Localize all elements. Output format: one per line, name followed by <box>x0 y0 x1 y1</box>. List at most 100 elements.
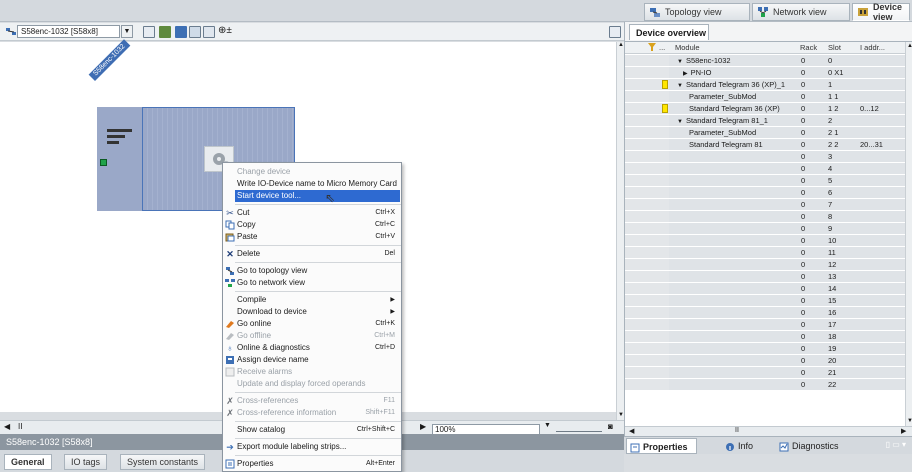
table-row[interactable]: 0 22 <box>625 379 905 390</box>
table-row[interactable]: Parameter_SubMod 0 2 1 <box>625 127 905 138</box>
menu-item-receive-alarms[interactable]: Receive alarms <box>223 366 401 378</box>
table-vertical-scrollbar[interactable]: ▲ ▼ <box>905 42 912 427</box>
menu-item-assign-device-name[interactable]: Assign device name <box>223 354 401 366</box>
table-row[interactable]: Standard Telegram 36 (XP) 0 1 2 0...12 <box>625 103 905 114</box>
cell-module[interactable] <box>669 259 798 270</box>
table-row[interactable]: 08 <box>625 211 905 222</box>
table-row[interactable]: 03 <box>625 151 905 162</box>
tab-topology-view[interactable]: Topology view <box>644 3 750 21</box>
cell-module[interactable] <box>669 271 798 282</box>
tab-system-constants[interactable]: System constants <box>120 454 206 470</box>
cell-module[interactable]: Standard Telegram 81 <box>669 139 798 150</box>
cell-module[interactable] <box>669 247 798 258</box>
tab-io-tags[interactable]: IO tags <box>64 454 108 470</box>
tab-properties[interactable]: Properties <box>626 438 697 454</box>
table-row[interactable]: 06 <box>625 187 905 198</box>
table-row[interactable]: 0 13 <box>625 271 905 282</box>
layout-icon[interactable] <box>203 26 215 38</box>
menu-item-download-to-device[interactable]: Download to device ▶ <box>223 306 401 318</box>
menu-item-delete[interactable]: ✕ Delete Del <box>223 248 401 260</box>
cell-module[interactable]: Standard Telegram 36 (XP) <box>669 103 798 114</box>
table-row[interactable]: 04 <box>625 163 905 174</box>
cell-module[interactable] <box>669 175 798 186</box>
menu-item-go-to-topology-view[interactable]: Go to topology view <box>223 265 401 277</box>
expander-icon[interactable]: ▶ <box>683 71 688 77</box>
menu-item-compile[interactable]: Compile ▶ <box>223 294 401 306</box>
cell-module[interactable] <box>669 223 798 234</box>
table-row[interactable]: 0 14 <box>625 283 905 294</box>
grid-icon[interactable] <box>175 26 187 38</box>
expander-icon[interactable]: ▼ <box>677 59 683 65</box>
table-row[interactable]: Standard Telegram 81 0 2 2 20...31 <box>625 139 905 150</box>
table-row[interactable]: ▼ Standard Telegram 81_1 0 2 <box>625 115 905 126</box>
cell-module[interactable] <box>669 295 798 306</box>
menu-item-copy[interactable]: Copy Ctrl+C <box>223 219 401 231</box>
table-row[interactable]: 0 18 <box>625 331 905 342</box>
cell-module[interactable]: Parameter_SubMod <box>669 91 798 102</box>
table-row[interactable]: ▼ Standard Telegram 36 (XP)_1 0 1 <box>625 79 905 90</box>
menu-item-online-diagnostics[interactable]: ♁ Online & diagnostics Ctrl+D <box>223 342 401 354</box>
cell-module[interactable] <box>669 187 798 198</box>
device-selector[interactable]: S58enc-1032 [S58x8] <box>17 25 120 38</box>
table-horizontal-scrollbar[interactable]: ◀ II ▶ <box>625 426 912 436</box>
zoom-icon[interactable]: ⊕± <box>218 25 232 36</box>
table-row[interactable]: Parameter_SubMod 0 1 1 <box>625 91 905 102</box>
tab-general[interactable]: General <box>4 454 52 470</box>
window-controls-icon[interactable]: ▯ ▭ ▾ <box>886 440 906 449</box>
menu-item-write-io-device-name[interactable]: Write IO-Device name to Micro Memory Car… <box>223 178 401 190</box>
table-row[interactable]: 0 16 <box>625 307 905 318</box>
tab-diagnostics[interactable]: Diagnostics <box>776 438 839 454</box>
canvas-vertical-scrollbar[interactable]: ▲ ▼ <box>616 42 624 420</box>
table-row[interactable]: 07 <box>625 199 905 210</box>
network-icon[interactable] <box>159 26 171 38</box>
cell-module[interactable] <box>669 199 798 210</box>
table-row[interactable]: 09 <box>625 223 905 234</box>
menu-item-change-device[interactable]: Change device <box>223 166 401 178</box>
zoom-dropdown-icon[interactable]: ▼ <box>544 422 551 429</box>
menu-item-go-offline[interactable]: Go offline Ctrl+M <box>223 330 401 342</box>
cell-module[interactable] <box>669 283 798 294</box>
table-row[interactable]: 0 20 <box>625 355 905 366</box>
menu-item-properties[interactable]: Properties Alt+Enter <box>223 458 401 470</box>
table-row[interactable]: 0 19 <box>625 343 905 354</box>
overview-icon[interactable] <box>143 26 155 38</box>
cell-module[interactable]: ▼ Standard Telegram 81_1 <box>669 115 798 126</box>
zoom-slider[interactable] <box>556 422 602 432</box>
expander-icon[interactable]: ▼ <box>677 83 683 89</box>
table-row[interactable]: 0 12 <box>625 259 905 270</box>
menu-item-cross-references[interactable]: ✗ Cross-references F11 <box>223 395 401 407</box>
topology-icon[interactable] <box>5 26 17 38</box>
cell-module[interactable] <box>669 307 798 318</box>
menu-item-start-device-tool[interactable]: Start device tool... <box>235 190 400 202</box>
cell-module[interactable] <box>669 331 798 342</box>
cell-module[interactable]: ▼ Standard Telegram 36 (XP)_1 <box>669 79 798 90</box>
table-row[interactable]: 0 21 <box>625 367 905 378</box>
expander-icon[interactable]: ▼ <box>677 119 683 125</box>
tab-info[interactable]: Info <box>722 438 753 454</box>
table-row[interactable]: 0 15 <box>625 295 905 306</box>
table-row[interactable]: ▶ PN-IO 0 0 X1 <box>625 67 905 78</box>
scroll-thumb[interactable]: II <box>18 422 22 431</box>
cell-module[interactable]: Parameter_SubMod <box>669 127 798 138</box>
menu-item-cross-reference-information[interactable]: ✗ Cross-reference information Shift+F11 <box>223 407 401 419</box>
fit-view-icon[interactable]: ◙ <box>608 422 613 431</box>
cell-module[interactable]: ▶ PN-IO <box>669 67 798 78</box>
table-icon[interactable] <box>189 26 201 38</box>
table-row[interactable]: ▼ S58enc-1032 0 0 <box>625 55 905 66</box>
tab-device-overview[interactable]: Device overview <box>629 24 709 40</box>
cell-module[interactable] <box>669 319 798 330</box>
device-selector-dropdown-icon[interactable]: ▼ <box>121 25 133 38</box>
column-header-rack[interactable]: Rack <box>800 42 817 54</box>
menu-item-export-labeling-strips[interactable]: ➔ Export module labeling strips... <box>223 441 401 453</box>
table-row[interactable]: 05 <box>625 175 905 186</box>
cell-module[interactable]: ▼ S58enc-1032 <box>669 55 798 66</box>
cell-module[interactable] <box>669 211 798 222</box>
column-header-module[interactable]: Module <box>675 42 700 54</box>
cell-module[interactable] <box>669 379 798 390</box>
menu-item-show-catalog[interactable]: Show catalog Ctrl+Shift+C <box>223 424 401 436</box>
tab-device-view[interactable]: Device view <box>852 2 910 22</box>
scroll-left-icon[interactable]: ◀ <box>4 422 10 431</box>
column-header-i-addr[interactable]: I addr... <box>860 42 885 54</box>
menu-item-go-to-network-view[interactable]: Go to network view <box>223 277 401 289</box>
column-header[interactable]: ... <box>659 42 665 54</box>
